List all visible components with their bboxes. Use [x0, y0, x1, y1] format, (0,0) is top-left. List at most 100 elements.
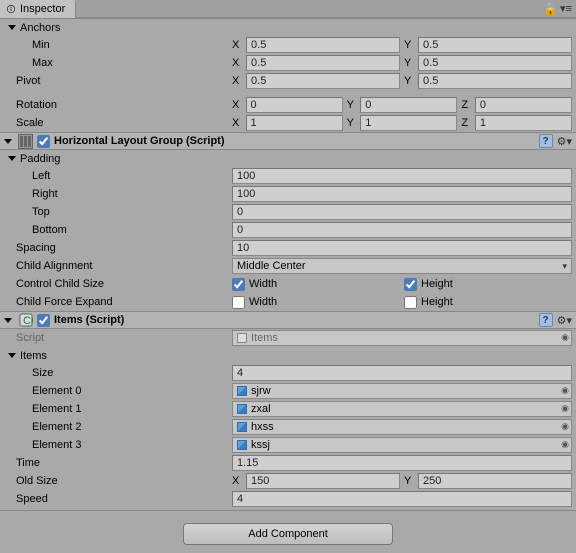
element2-label: Element 2 [4, 421, 232, 433]
inspector-tab[interactable]: Inspector [0, 0, 76, 18]
speed-input[interactable] [232, 491, 572, 507]
size-label: Size [4, 367, 232, 379]
info-icon [6, 4, 16, 14]
child-force-expand-label: Child Force Expand [4, 296, 232, 308]
add-component-button[interactable]: Add Component [183, 523, 393, 545]
svg-text:C#: C# [23, 315, 33, 327]
padding-header[interactable]: Padding [0, 150, 576, 167]
anchor-min-x-input[interactable] [246, 37, 400, 53]
tab-empty-area: 🔒 ▾≡ [76, 0, 576, 18]
element2-field[interactable]: hxss◉ [232, 419, 572, 435]
script-field[interactable]: Items◉ [232, 330, 572, 346]
anchor-max-row: Max X Y [0, 54, 576, 72]
padding-top-input[interactable] [232, 204, 572, 220]
time-input[interactable] [232, 455, 572, 471]
gameobject-icon [237, 386, 247, 396]
gameobject-icon [237, 404, 247, 414]
spacing-input[interactable] [232, 240, 572, 256]
hlg-title: Horizontal Layout Group (Script) [54, 135, 539, 147]
inspector-tab-label: Inspector [20, 3, 65, 15]
layout-icon [18, 134, 33, 149]
script-label: Script [4, 332, 232, 344]
anchors-header[interactable]: Anchors [0, 19, 576, 36]
lock-icon[interactable]: 🔒 [543, 2, 558, 16]
padding-bottom-input[interactable] [232, 222, 572, 238]
rotation-z-input[interactable] [475, 97, 572, 113]
padding-left-label: Left [4, 170, 232, 182]
items-component-header[interactable]: C# Items (Script) ? ⚙▾ [0, 311, 576, 329]
object-picker-icon[interactable]: ◉ [561, 403, 569, 414]
script-icon: C# [18, 313, 33, 328]
gameobject-icon [237, 422, 247, 432]
axis-y-label: Y [404, 39, 414, 51]
scale-z-input[interactable] [475, 115, 572, 131]
ccs-height-checkbox[interactable] [404, 278, 417, 291]
items-array-label: Items [20, 350, 47, 362]
items-array-header[interactable]: Items [0, 347, 576, 364]
gear-icon[interactable]: ⚙▾ [557, 314, 572, 327]
padding-label: Padding [20, 153, 60, 165]
scale-x-input[interactable] [246, 115, 343, 131]
help-icon[interactable]: ? [539, 134, 553, 148]
rotation-y-input[interactable] [360, 97, 457, 113]
hlg-component-header[interactable]: Horizontal Layout Group (Script) ? ⚙▾ [0, 132, 576, 150]
foldout-icon [8, 156, 16, 161]
child-alignment-dropdown[interactable]: Middle Center ▾ [232, 258, 572, 274]
element1-field[interactable]: zxal◉ [232, 401, 572, 417]
speed-label: Speed [4, 493, 232, 505]
object-picker-icon[interactable]: ◉ [561, 421, 569, 432]
gear-icon[interactable]: ⚙▾ [557, 135, 572, 148]
pivot-row: Pivot X Y [0, 72, 576, 90]
element3-label: Element 3 [4, 439, 232, 451]
anchor-min-label: Min [4, 39, 232, 51]
element0-label: Element 0 [4, 385, 232, 397]
time-label: Time [4, 457, 232, 469]
hlg-enabled-checkbox[interactable] [37, 135, 50, 148]
help-icon[interactable]: ? [539, 313, 553, 327]
spacing-label: Spacing [4, 242, 232, 254]
csharp-icon [237, 333, 247, 343]
child-alignment-value: Middle Center [237, 260, 305, 272]
pivot-x-input[interactable] [246, 73, 400, 89]
foldout-icon [8, 25, 16, 30]
child-alignment-label: Child Alignment [4, 260, 232, 272]
padding-bottom-label: Bottom [4, 224, 232, 236]
anchor-max-y-input[interactable] [418, 55, 572, 71]
rotation-x-input[interactable] [246, 97, 343, 113]
axis-x-label: X [232, 39, 242, 51]
items-title: Items (Script) [54, 314, 539, 326]
pivot-label: Pivot [4, 75, 232, 87]
foldout-icon [4, 318, 12, 323]
object-picker-icon[interactable]: ◉ [561, 439, 569, 450]
padding-left-input[interactable] [232, 168, 572, 184]
anchors-label: Anchors [20, 22, 60, 34]
rotation-row: Rotation X Y Z [0, 96, 576, 114]
anchor-max-label: Max [4, 57, 232, 69]
ccs-width-checkbox[interactable] [232, 278, 245, 291]
items-enabled-checkbox[interactable] [37, 314, 50, 327]
chevron-down-icon: ▾ [562, 261, 567, 272]
element0-field[interactable]: sjrw◉ [232, 383, 572, 399]
padding-right-label: Right [4, 188, 232, 200]
tab-menu-icon[interactable]: ▾≡ [560, 2, 572, 15]
object-picker-icon[interactable]: ◉ [561, 385, 569, 396]
anchor-min-y-input[interactable] [418, 37, 572, 53]
element1-label: Element 1 [4, 403, 232, 415]
anchor-max-x-input[interactable] [246, 55, 400, 71]
scale-y-input[interactable] [360, 115, 457, 131]
oldsize-label: Old Size [4, 475, 232, 487]
inspector-tabbar: Inspector 🔒 ▾≡ [0, 0, 576, 19]
element3-field[interactable]: kssj◉ [232, 437, 572, 453]
oldsize-x-input[interactable] [246, 473, 400, 489]
size-input[interactable] [232, 365, 572, 381]
object-picker-icon[interactable]: ◉ [561, 332, 569, 343]
pivot-y-input[interactable] [418, 73, 572, 89]
cfe-width-checkbox[interactable] [232, 296, 245, 309]
cfe-height-checkbox[interactable] [404, 296, 417, 309]
padding-right-input[interactable] [232, 186, 572, 202]
foldout-icon [4, 139, 12, 144]
oldsize-y-input[interactable] [418, 473, 572, 489]
scale-row: Scale X Y Z [0, 114, 576, 132]
rotation-label: Rotation [4, 99, 232, 111]
foldout-icon [8, 353, 16, 358]
